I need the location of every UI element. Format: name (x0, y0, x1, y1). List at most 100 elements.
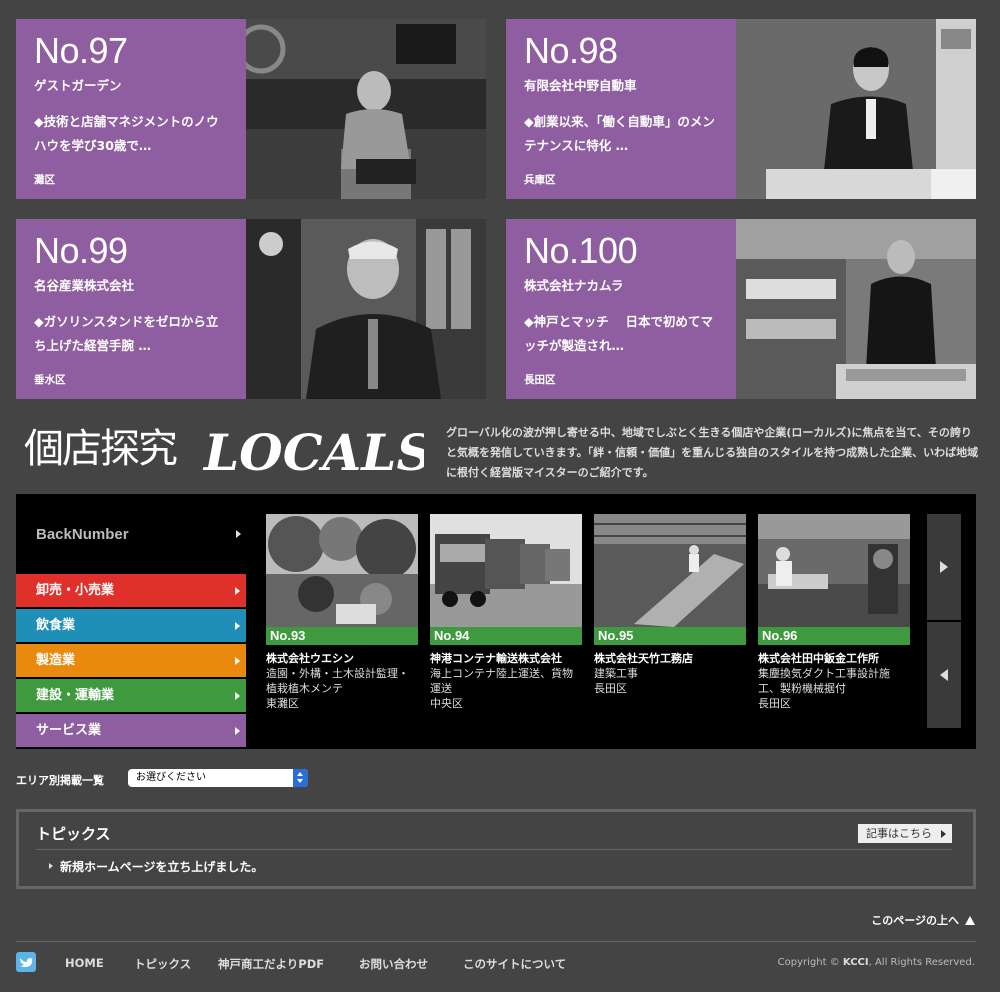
category-label: 製造業 (36, 653, 76, 668)
feature-company: ゲストガーデン (34, 78, 122, 93)
locals-description: グローバル化の波が押し寄せる中、地域でしぶとく生きる個店や企業(ローカルズ)に焦… (446, 426, 979, 479)
locals-logo-latin: LOCALS (202, 423, 424, 482)
copyright-brand: KCCI (842, 957, 869, 968)
feature-number: No.100 (524, 230, 638, 271)
feature-area: 灘区 (34, 174, 55, 186)
backnumber-company: 神港コンテナ輸送株式会社 (430, 652, 562, 665)
feature-photo[interactable] (246, 19, 486, 199)
feature-card-97[interactable]: No.97 ゲストガーデン ◆技術と店舗マネジメントのノウハウを学び30歳で… … (16, 19, 486, 199)
chevron-right-icon (235, 587, 240, 595)
backnumber-desc: 海上コンテナ陸上運送、貨物運送 (430, 667, 573, 695)
feature-company: 有限会社中野自動車 (524, 78, 637, 93)
feature-info: No.98 有限会社中野自動車 ◆創業以来、「働く自動車」のメンテナンスに特化 … (506, 19, 736, 199)
backnumber-company: 株式会社天竹工務店 (594, 652, 693, 665)
feature-description: ◆神戸とマッチ 日本で初めてマッチが製造され… (524, 314, 713, 353)
backnumber-desc: 造園・外構・土木設計監理・植栽植木メンテ (266, 667, 409, 695)
feature-number: No.97 (34, 30, 128, 71)
category-construction[interactable]: 建設・運輸業 (16, 679, 246, 712)
locals-logo: 個店探究 LOCALS (24, 410, 433, 490)
category-service[interactable]: サービス業 (16, 714, 246, 747)
backnumber-arrow-icon[interactable] (236, 530, 241, 538)
backnumber-title[interactable]: BackNumber (36, 526, 129, 543)
copyright-suffix: , All Rights Reserved. (868, 957, 975, 968)
feature-area: 長田区 (524, 374, 556, 386)
category-label: 卸売・小売業 (36, 583, 115, 598)
backnumber-area: 長田区 (594, 682, 627, 695)
chevron-right-icon (235, 692, 240, 700)
feature-photo[interactable] (736, 219, 976, 399)
backnumber-desc: 建築工事 (594, 667, 638, 680)
backnumber-badge: No.93 (266, 627, 418, 645)
backnumber-item-93[interactable]: No.93 株式会社ウエシン 造園・外構・土木設計監理・植栽植木メンテ 東灘区 (266, 514, 418, 711)
backnumber-item-96[interactable]: No.96 株式会社田中鈑金工作所 集塵換気ダクト工事設計施工、製粉機械据付 長… (758, 514, 910, 711)
backnumber-panel: BackNumber 卸売・小売業 飲食業 製造業 建設・運輸業 サービス業 N… (16, 494, 976, 749)
feature-card-98[interactable]: No.98 有限会社中野自動車 ◆創業以来、「働く自動車」のメンテナンスに特化 … (506, 19, 976, 199)
feature-info: No.97 ゲストガーデン ◆技術と店舗マネジメントのノウハウを学び30歳で… … (16, 19, 246, 199)
feature-photo[interactable] (736, 19, 976, 199)
chevron-right-icon (940, 561, 948, 573)
category-label: 建設・運輸業 (36, 688, 115, 703)
topics-item-link[interactable]: 新規ホームページを立ち上げました。 (60, 858, 263, 875)
topics-more-label: 記事はこちら (866, 827, 932, 840)
feature-photo[interactable] (246, 219, 486, 399)
category-label: サービス業 (36, 723, 102, 738)
backnumber-company: 株式会社ウエシン (266, 652, 354, 665)
arrow-up-icon (965, 916, 975, 925)
select-arrows-icon[interactable] (293, 769, 308, 787)
backnumber-area: 東灘区 (266, 697, 299, 710)
footer-nav-pdf[interactable]: 神戸商工だよりPDF (218, 956, 324, 972)
footer-nav-contact[interactable]: お問い合わせ (359, 956, 428, 972)
backnumber-item-94[interactable]: No.94 神港コンテナ輸送株式会社 海上コンテナ陸上運送、貨物運送 中央区 (430, 514, 582, 711)
copyright: Copyright © KCCI, All Rights Reserved. (778, 957, 975, 968)
footer-nav-about[interactable]: このサイトについて (463, 956, 566, 972)
carousel-next-button[interactable] (927, 514, 961, 620)
chevron-right-icon (235, 657, 240, 665)
feature-info: No.100 株式会社ナカムラ ◆神戸とマッチ 日本で初めてマッチが製造され… … (506, 219, 736, 399)
feature-card-99[interactable]: No.99 名谷産業株式会社 ◆ガソリンスタンドをゼロから立ち上げた経営手腕 …… (16, 219, 486, 399)
feature-description: ◆ガソリンスタンドをゼロから立ち上げた経営手腕 … (34, 314, 219, 353)
topics-title: トピックス (36, 825, 111, 843)
topics-more-button[interactable]: 記事はこちら (858, 824, 952, 843)
feature-company: 名谷産業株式会社 (34, 278, 135, 293)
footer-nav-topics[interactable]: トピックス (134, 956, 191, 972)
category-restaurant[interactable]: 飲食業 (16, 609, 246, 642)
backnumber-thumb[interactable] (758, 514, 910, 627)
backnumber-desc: 集塵換気ダクト工事設計施工、製粉機械据付 (758, 667, 890, 695)
chevron-right-icon (941, 830, 946, 838)
backnumber-company: 株式会社田中鈑金工作所 (758, 652, 879, 665)
feature-info: No.99 名谷産業株式会社 ◆ガソリンスタンドをゼロから立ち上げた経営手腕 …… (16, 219, 246, 399)
chevron-right-icon (235, 727, 240, 735)
carousel-prev-button[interactable] (927, 622, 961, 728)
chevron-left-icon (940, 669, 948, 681)
category-retail[interactable]: 卸売・小売業 (16, 574, 246, 607)
backnumber-badge: No.94 (430, 627, 582, 645)
backnumber-thumb[interactable] (594, 514, 746, 627)
area-select[interactable]: お選びください (128, 769, 308, 787)
backnumber-item-95[interactable]: No.95 株式会社天竹工務店 建築工事 長田区 (594, 514, 746, 696)
copyright-prefix: Copyright © (777, 957, 840, 968)
page-top-label: このページの上へ (871, 914, 959, 927)
chevron-right-icon (235, 622, 240, 630)
footer-divider (16, 941, 976, 942)
feature-area: 兵庫区 (524, 174, 556, 186)
bullet-icon (49, 863, 53, 869)
feature-number: No.98 (524, 30, 618, 71)
category-manufacturing[interactable]: 製造業 (16, 644, 246, 677)
twitter-icon[interactable] (16, 952, 36, 972)
feature-company: 株式会社ナカムラ (524, 278, 624, 293)
category-label: 飲食業 (36, 618, 76, 633)
area-select-value: お選びください (136, 772, 206, 783)
topics-panel: トピックス 記事はこちら 新規ホームページを立ち上げました。 (16, 809, 976, 889)
backnumber-badge: No.95 (594, 627, 746, 645)
backnumber-thumb[interactable] (430, 514, 582, 627)
page-top-link[interactable]: このページの上へ (871, 912, 975, 928)
footer-nav-home[interactable]: HOME (65, 956, 104, 970)
locals-logo-kanji: 個店探究 (24, 426, 177, 472)
backnumber-area: 長田区 (758, 697, 791, 710)
feature-number: No.99 (34, 230, 128, 271)
backnumber-badge: No.96 (758, 627, 910, 645)
backnumber-thumb[interactable] (266, 514, 418, 627)
backnumber-area: 中央区 (430, 697, 463, 710)
feature-card-100[interactable]: No.100 株式会社ナカムラ ◆神戸とマッチ 日本で初めてマッチが製造され… … (506, 219, 976, 399)
area-select-label: エリア別掲載一覧 (16, 774, 104, 787)
